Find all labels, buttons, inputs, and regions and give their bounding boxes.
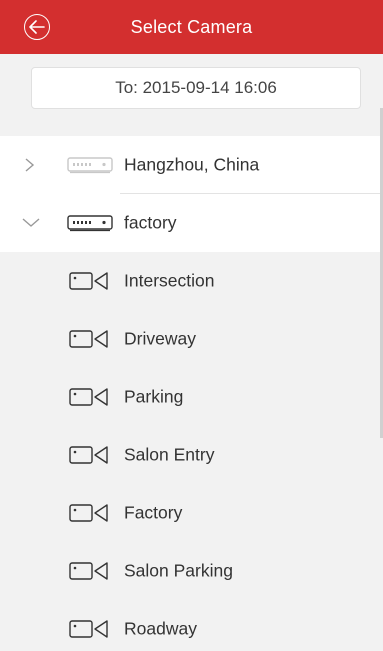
chevron-right-icon[interactable] xyxy=(24,157,36,173)
camera-label: Roadway xyxy=(124,618,197,639)
camera-row[interactable]: Intersection xyxy=(0,252,383,310)
camera-row[interactable]: Salon Parking xyxy=(0,542,383,600)
camera-label: Salon Entry xyxy=(124,444,215,465)
camera-label: Driveway xyxy=(124,328,196,349)
camera-label: Parking xyxy=(124,386,184,407)
camera-icon xyxy=(69,388,108,406)
camera-icon xyxy=(69,446,108,464)
camera-icon xyxy=(69,330,108,348)
camera-icon xyxy=(69,504,108,522)
camera-row[interactable]: Driveway xyxy=(0,310,383,368)
camera-icon xyxy=(69,620,108,638)
time-filter-field[interactable]: To: 2015-09-14 16:06 xyxy=(31,67,361,109)
camera-label: Salon Parking xyxy=(124,560,233,581)
dvr-icon xyxy=(67,157,113,174)
camera-icon xyxy=(69,562,108,580)
device-row-hangzhou[interactable]: Hangzhou, China xyxy=(0,136,383,194)
camera-icon xyxy=(69,272,108,290)
dvr-icon xyxy=(67,215,113,232)
page-title: Select Camera xyxy=(130,17,253,37)
camera-row[interactable]: Factory xyxy=(0,484,383,542)
camera-row[interactable]: Salon Entry xyxy=(0,426,383,484)
device-row-factory[interactable]: factory xyxy=(0,194,383,252)
header-bar: Select Camera xyxy=(0,0,383,54)
device-label: Hangzhou, China xyxy=(124,154,260,175)
time-filter-area: To: 2015-09-14 16:06 xyxy=(0,54,383,136)
camera-tree: Hangzhou, China factory Intersection Dri… xyxy=(0,136,383,651)
camera-label: Intersection xyxy=(124,270,215,291)
camera-row[interactable]: Parking xyxy=(0,368,383,426)
device-label: factory xyxy=(124,212,177,233)
chevron-down-icon[interactable] xyxy=(21,217,41,229)
camera-row[interactable]: Roadway xyxy=(0,600,383,651)
camera-label: Factory xyxy=(124,502,183,523)
